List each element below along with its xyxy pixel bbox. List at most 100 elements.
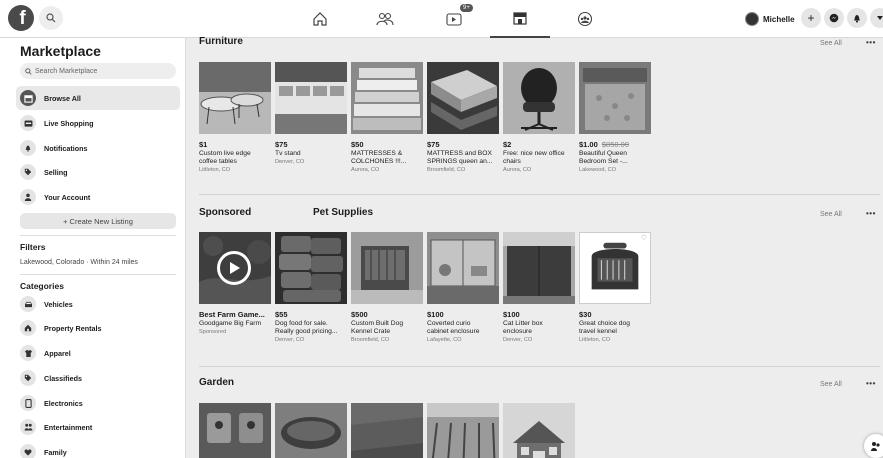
new-message-button[interactable]	[864, 434, 883, 458]
section-title-pet-supplies: Pet Supplies	[313, 207, 374, 218]
categories-heading: Categories	[20, 281, 64, 291]
account-menu-button[interactable]	[870, 8, 883, 28]
category-entertainment[interactable]: Entertainment	[16, 415, 180, 439]
listing-price: $75	[427, 140, 440, 149]
listing-title: Tv stand	[275, 150, 301, 157]
listing-card[interactable]: $1.00 $850.00 Beautiful Queen Bedroom Set…	[579, 62, 651, 173]
see-all-pet-supplies-link[interactable]: See All	[820, 211, 842, 218]
listing-card[interactable]: $100 Cat Litter box enclosure Denver, CO	[503, 232, 575, 343]
nav-watch[interactable]: 9+	[425, 0, 485, 38]
listing-card[interactable]	[199, 403, 271, 458]
heart-icon[interactable]: ♡	[641, 234, 647, 242]
sidebar-item-browse-all[interactable]: Browse All	[16, 86, 180, 110]
ad-advertiser: Goodgame Big Farm	[199, 320, 262, 327]
location-filter[interactable]: Lakewood, Colorado · Within 24 miles	[20, 259, 138, 266]
listing-price: $1	[199, 140, 208, 149]
person-icon	[20, 189, 36, 205]
profile-name: Michelle	[763, 14, 795, 24]
nav-friends[interactable]	[355, 0, 415, 38]
listing-price: $500	[351, 310, 368, 319]
listing-image	[579, 62, 651, 134]
storefront-icon	[513, 12, 527, 25]
sponsored-ad-card[interactable]: Best Farm Game... Goodgame Big Farm Spon…	[199, 232, 271, 335]
listing-price: $30	[579, 310, 592, 319]
video-icon	[446, 13, 462, 26]
create-button[interactable]: +	[801, 8, 821, 28]
listing-card[interactable]: $75 Tv stand Denver, CO	[275, 62, 347, 165]
live-icon	[20, 115, 36, 131]
listing-card[interactable]	[427, 403, 499, 458]
listing-image	[427, 403, 499, 458]
listing-card[interactable]	[503, 403, 575, 458]
listing-image	[503, 232, 575, 304]
sidebar-item-live-shopping[interactable]: Live Shopping	[16, 111, 180, 135]
category-label: Vehicles	[44, 299, 73, 309]
bell-icon	[20, 140, 36, 156]
category-electronics[interactable]: Electronics	[16, 391, 180, 415]
friends-icon	[376, 12, 394, 26]
listing-title: Custom Built Dog Kennel Crate	[351, 320, 404, 335]
play-icon[interactable]	[217, 251, 251, 285]
sidebar-item-your-account[interactable]: Your Account	[16, 185, 180, 209]
listing-card[interactable]: $1 Custom live edge coffee tables Littlet…	[199, 62, 271, 173]
storefront-icon	[20, 90, 36, 106]
more-options-button[interactable]: •••	[866, 38, 876, 47]
listing-card[interactable]	[351, 403, 423, 458]
listing-price: $75	[275, 140, 288, 149]
messenger-button[interactable]	[824, 8, 844, 28]
profile-button[interactable]: Michelle	[745, 8, 795, 30]
listing-image	[275, 232, 347, 304]
more-options-button[interactable]: •••	[866, 209, 876, 218]
nav-groups[interactable]	[555, 0, 615, 38]
category-label: Entertainment	[44, 422, 93, 432]
category-vehicles[interactable]: Vehicles	[16, 292, 180, 316]
listing-price: $1.00 $850.00	[579, 140, 629, 149]
listing-card[interactable]: $50 MATTRESSES & COLCHONES !!!... Aurora,…	[351, 62, 423, 173]
category-label: Property Rentals	[44, 323, 102, 333]
section-title-furniture: Furniture	[199, 36, 243, 47]
sidebar-item-notifications[interactable]: Notifications	[16, 136, 180, 160]
see-all-furniture-link[interactable]: See All	[820, 40, 842, 47]
see-all-garden-link[interactable]: See All	[820, 381, 842, 388]
search-input[interactable]: Search Marketplace	[20, 63, 176, 79]
listing-card[interactable]: $500 Custom Built Dog Kennel Crate Broomf…	[351, 232, 423, 343]
facebook-logo[interactable]: f	[8, 5, 34, 31]
listing-price: $100	[427, 310, 444, 319]
home-icon	[313, 12, 327, 26]
listing-image: ♡	[579, 232, 651, 304]
category-classifieds[interactable]: Classifieds	[16, 366, 180, 390]
nav-marketplace[interactable]	[490, 0, 550, 38]
category-family[interactable]: Family	[16, 440, 180, 458]
search-placeholder: Search Marketplace	[35, 67, 98, 75]
more-options-button[interactable]: •••	[866, 379, 876, 388]
listing-card[interactable]: $2 Free: nice new office chairs Aurora, C…	[503, 62, 575, 173]
listing-image	[199, 62, 271, 134]
listing-image	[503, 403, 575, 458]
sidebar-item-selling[interactable]: Selling	[16, 160, 180, 184]
search-button[interactable]	[39, 6, 63, 30]
listing-card[interactable]: $75 MATTRESS and BOX SPRINGS queen an... …	[427, 62, 499, 173]
listing-price: $100	[503, 310, 520, 319]
category-property-rentals[interactable]: Property Rentals	[16, 316, 180, 340]
listing-location: Aurora, CO	[351, 167, 380, 173]
listing-card[interactable]	[275, 403, 347, 458]
people-icon	[20, 419, 36, 435]
nav-home[interactable]	[290, 0, 350, 38]
create-new-listing-button[interactable]: + Create New Listing	[20, 213, 176, 229]
listing-title: Dog food for sale. Really good pricing...	[275, 320, 338, 335]
listing-location: Denver, CO	[275, 337, 305, 343]
listing-card[interactable]: ♡ $30 Great choice dog travel kennel Litt…	[579, 232, 651, 343]
listing-card[interactable]: $100 Coverted curio cabinet enclosure Laf…	[427, 232, 499, 343]
sidebar-title: Marketplace	[20, 43, 101, 59]
category-label: Classifieds	[44, 373, 82, 383]
listing-image	[199, 403, 271, 458]
category-label: Family	[44, 447, 67, 457]
listing-location: Lakewood, CO	[579, 167, 617, 173]
listing-card[interactable]: $55 Dog food for sale. Really good pricin…	[275, 232, 347, 343]
notifications-button[interactable]	[847, 8, 867, 28]
plus-icon: +	[807, 11, 815, 25]
listing-image	[275, 403, 347, 458]
listing-price: $55	[275, 310, 288, 319]
listing-title: Free: nice new office chairs	[503, 150, 565, 165]
category-apparel[interactable]: Apparel	[16, 341, 180, 365]
